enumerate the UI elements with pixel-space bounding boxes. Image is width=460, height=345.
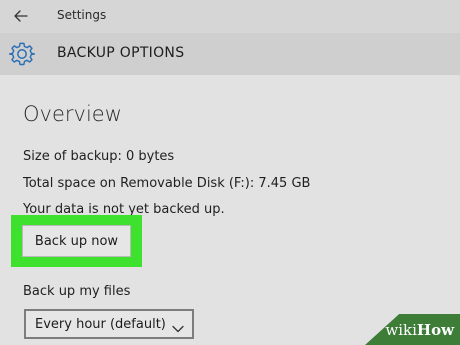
wikihow-watermark: wikiHow — [385, 321, 454, 339]
back-up-now-button[interactable]: Back up now — [22, 225, 131, 257]
settings-window: Settings BACKUP OPTIONS Overview Size of… — [0, 0, 460, 345]
app-title: Settings — [57, 8, 107, 22]
backup-size-text: Size of backup: 0 bytes — [23, 149, 175, 164]
arrow-left-icon — [14, 10, 28, 22]
watermark-wiki: wiki — [385, 321, 417, 339]
chevron-down-icon — [172, 319, 184, 333]
dropdown-selected-value: Every hour (default) — [35, 316, 166, 332]
backup-frequency-dropdown[interactable]: Every hour (default) — [24, 309, 194, 339]
back-button[interactable] — [8, 4, 34, 28]
page-title: BACKUP OPTIONS — [57, 45, 185, 61]
gear-icon — [8, 41, 36, 67]
backup-frequency-label: Back up my files — [23, 284, 131, 299]
overview-heading: Overview — [23, 102, 122, 126]
page-header: BACKUP OPTIONS — [0, 33, 460, 75]
title-bar: Settings — [0, 0, 460, 33]
total-space-text: Total space on Removable Disk (F:): 7.45… — [23, 176, 311, 191]
backup-content: Overview Size of backup: 0 bytes Total s… — [0, 75, 460, 345]
watermark-how: How — [416, 321, 454, 339]
